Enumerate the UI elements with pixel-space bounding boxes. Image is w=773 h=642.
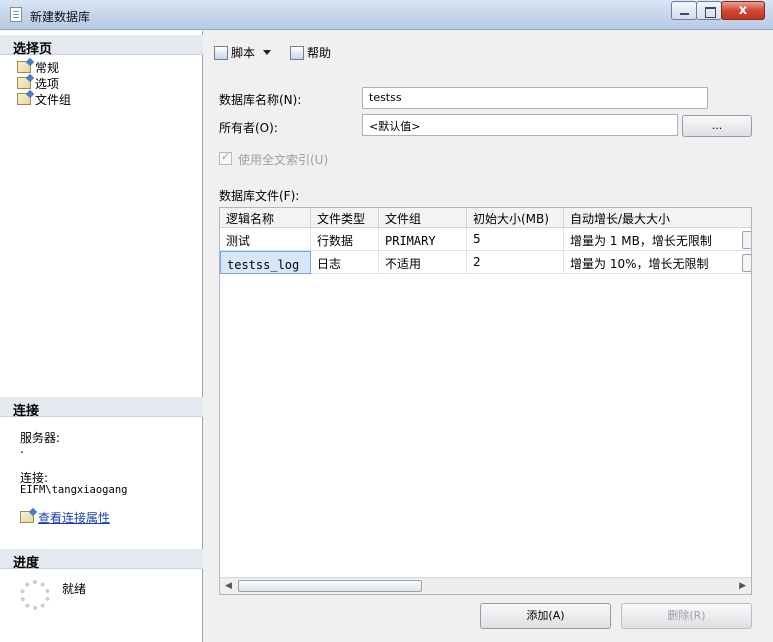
table-row-filegroup[interactable]: PRIMARY	[379, 228, 467, 251]
window-controls	[671, 1, 765, 20]
toolbar: 脚本 帮助	[204, 31, 773, 67]
minimize-button[interactable]	[671, 1, 697, 20]
fulltext-checkbox[interactable]	[219, 150, 232, 165]
db-files-grid[interactable]: 逻辑名称 文件类型 文件组 初始大小(MB) 自动增长/最大大小 测试 行数据 …	[219, 207, 752, 595]
owner-label: 所有者(O):	[219, 121, 278, 135]
server-value: .	[20, 442, 24, 456]
title-bar: 新建数据库	[0, 0, 773, 30]
column-header-filegroup[interactable]: 文件组	[379, 208, 467, 228]
autogrowth-edit-button[interactable]	[742, 231, 751, 249]
horizontal-scrollbar[interactable]: ◀ ▶	[220, 577, 751, 594]
table-row-logical-name[interactable]: testss_log	[220, 251, 311, 274]
scrollbar-thumb[interactable]	[238, 580, 422, 592]
table-row-autogrowth: 增量为 10%，增长无限制	[564, 251, 751, 274]
help-label: 帮助	[307, 46, 332, 60]
remove-button[interactable]: 删除(R)	[621, 603, 752, 629]
column-header-file-type[interactable]: 文件类型	[311, 208, 379, 228]
page-item-options[interactable]: 选项	[17, 75, 59, 91]
window-title: 新建数据库	[30, 10, 91, 24]
page-icon	[17, 77, 31, 89]
close-button[interactable]	[721, 1, 765, 20]
page-item-label: 常规	[35, 61, 60, 75]
table-row-file-type[interactable]: 日志	[311, 251, 379, 274]
autogrowth-edit-button[interactable]	[742, 254, 751, 272]
column-header-initial-size[interactable]: 初始大小(MB)	[467, 208, 564, 228]
page-item-label: 文件组	[35, 93, 72, 107]
progress-header: 进度	[0, 549, 203, 571]
fulltext-label: 使用全文索引(U)	[238, 153, 329, 167]
page-icon	[17, 61, 31, 73]
help-icon	[290, 45, 304, 60]
db-name-label: 数据库名称(N):	[219, 93, 302, 107]
table-row-file-type[interactable]: 行数据	[311, 228, 379, 251]
column-header-logical-name[interactable]: 逻辑名称	[220, 208, 311, 228]
progress-status: 就绪	[62, 582, 87, 596]
script-icon	[214, 45, 228, 60]
server-label: 服务器:	[20, 431, 61, 445]
maximize-button[interactable]	[696, 1, 722, 20]
left-panel: 选择页 常规 选项 文件组 连接 服务器: . 连接: EIFM\tangxia…	[0, 31, 203, 642]
db-files-label: 数据库文件(F):	[219, 189, 300, 203]
page-item-general[interactable]: 常规	[17, 59, 59, 75]
connection-properties-icon	[20, 511, 34, 523]
script-label: 脚本	[231, 46, 256, 60]
scroll-right-icon[interactable]: ▶	[739, 581, 746, 591]
select-page-header: 选择页	[0, 35, 203, 57]
owner-browse-button[interactable]: ...	[682, 115, 752, 137]
table-row-initial-size[interactable]: 2	[467, 251, 564, 274]
database-document-icon	[10, 7, 22, 22]
view-connection-link[interactable]: 查看连接属性	[38, 511, 110, 525]
table-row-autogrowth: 增量为 1 MB，增长无限制	[564, 228, 751, 251]
column-header-autogrowth[interactable]: 自动增长/最大大小	[564, 208, 751, 228]
help-button[interactable]: 帮助	[290, 44, 331, 61]
db-name-input[interactable]: testss	[362, 87, 708, 109]
script-button[interactable]: 脚本	[214, 44, 272, 61]
table-row-initial-size[interactable]: 5	[467, 228, 564, 251]
view-connection-properties[interactable]: 查看连接属性	[20, 509, 110, 526]
scroll-left-icon[interactable]: ◀	[225, 581, 232, 591]
connection-value: EIFM\tangxiaogang	[20, 484, 128, 496]
connection-header: 连接	[0, 397, 203, 419]
progress-spinner-icon	[20, 580, 50, 610]
owner-input[interactable]: <默认值>	[362, 114, 678, 136]
page-icon	[17, 93, 31, 105]
table-row-logical-name[interactable]: 测试	[220, 228, 311, 251]
page-item-filegroups[interactable]: 文件组	[17, 91, 71, 107]
chevron-down-icon[interactable]	[263, 50, 272, 55]
page-item-label: 选项	[35, 77, 60, 91]
table-row-filegroup[interactable]: 不适用	[379, 251, 467, 274]
add-button[interactable]: 添加(A)	[480, 603, 611, 629]
